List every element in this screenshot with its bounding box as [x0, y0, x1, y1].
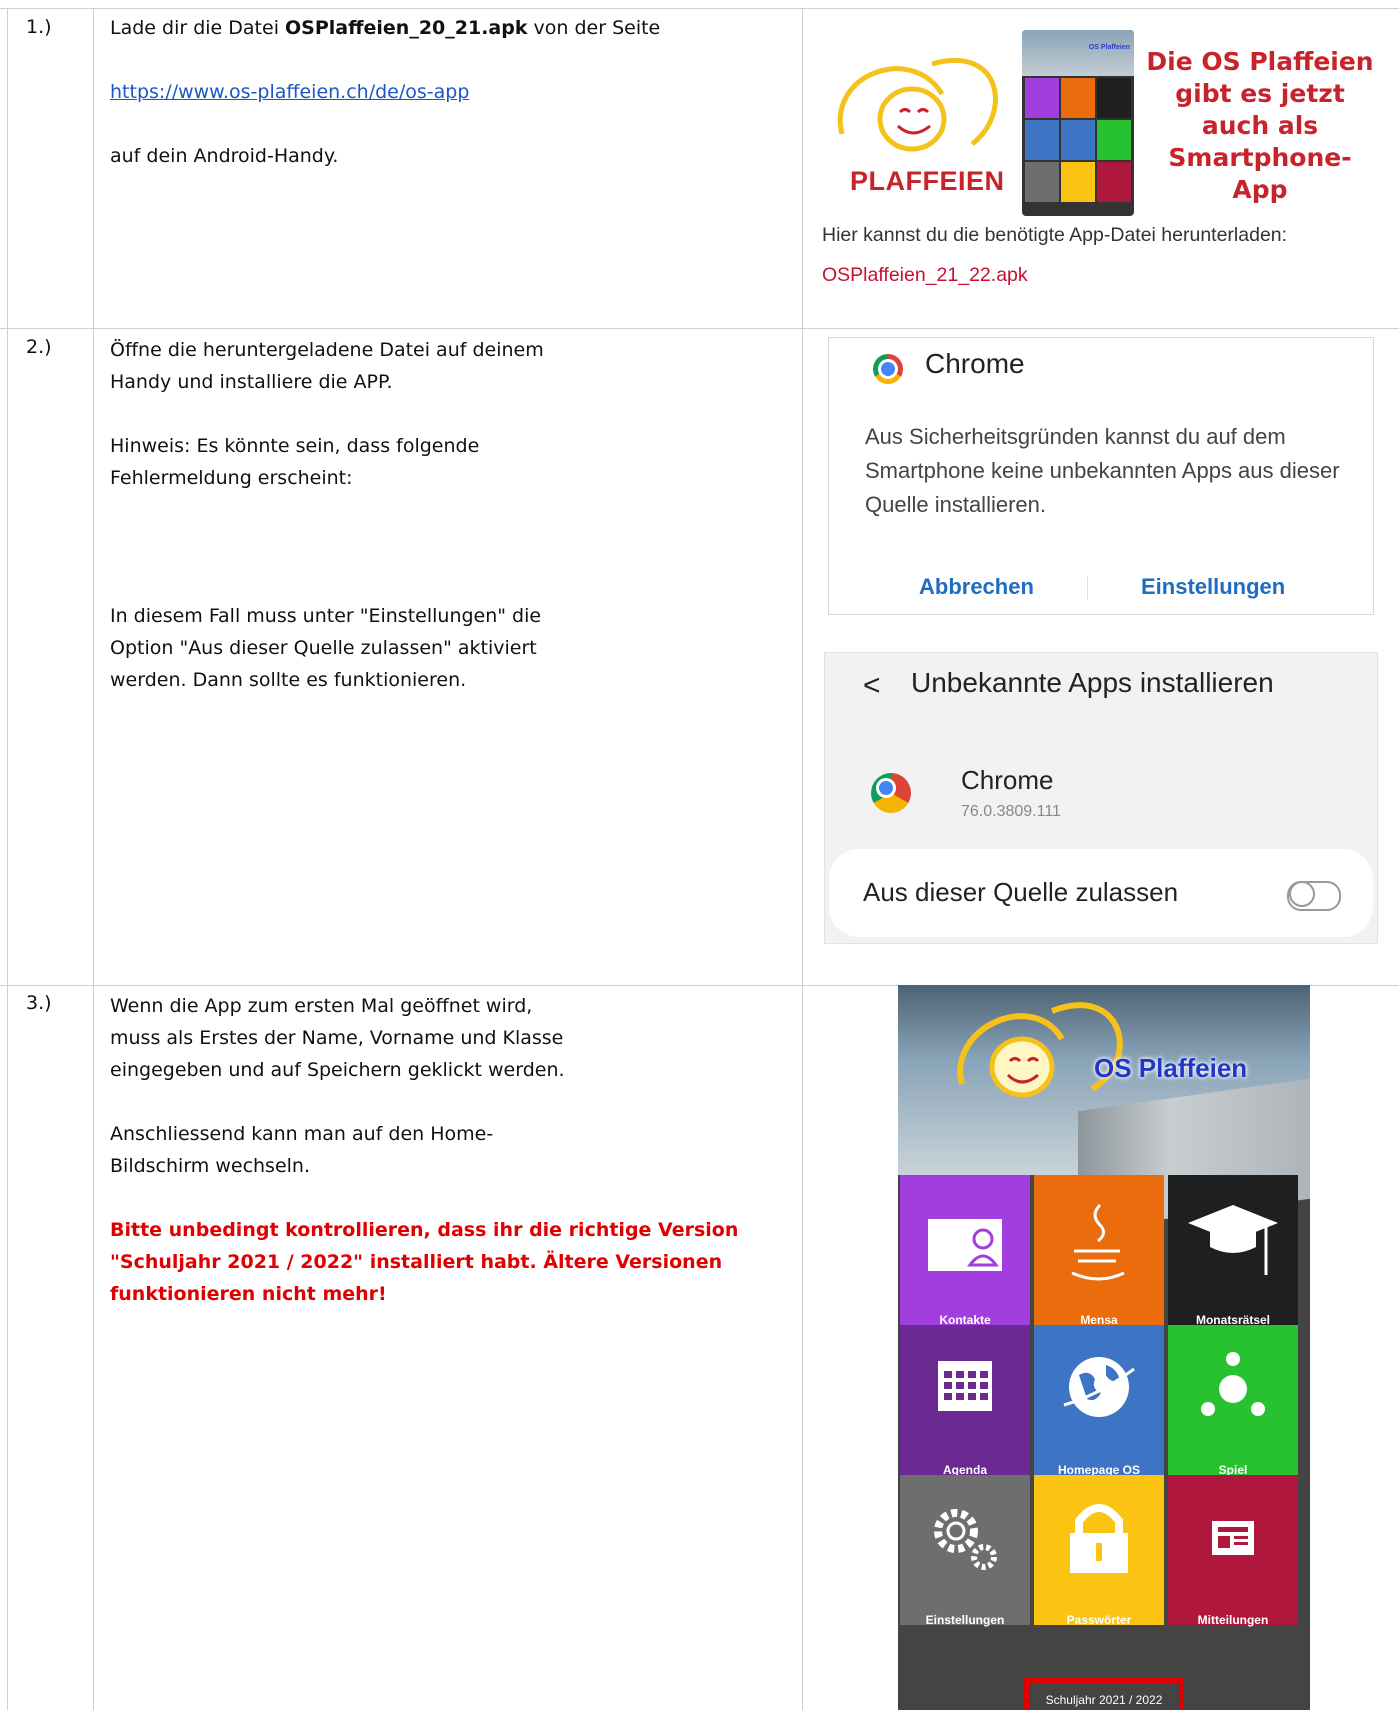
allow-source-toggle[interactable] — [1287, 881, 1341, 911]
step-3-text: Wenn die App zum ersten Mal geöffnet wir… — [110, 990, 770, 1310]
mini-tile — [1097, 120, 1131, 160]
table-border-col2 — [802, 8, 803, 1710]
os-logo-icon — [837, 58, 998, 152]
mini-phone-title: OS Plaffeien — [1088, 44, 1130, 51]
school-year-version: Schuljahr 2021 / 2022 — [1045, 1693, 1163, 1707]
step-number-3: 3.) — [26, 992, 52, 1014]
security-dialog: Chrome Aus Sicherheitsgründen kannst du … — [828, 337, 1374, 615]
version-highlight: Schuljahr 2021 / 2022 — [1024, 1678, 1184, 1710]
back-icon[interactable]: < — [863, 669, 881, 703]
button-divider — [1087, 576, 1088, 600]
step-1-text: Lade dir die Datei OSPlaffeien_20_21.apk… — [110, 12, 770, 172]
settings-button[interactable]: Einstellungen — [1141, 574, 1285, 600]
news-icon — [1212, 1521, 1254, 1555]
table-border-col1 — [93, 8, 94, 1710]
version-warning: Bitte unbedingt kontrollieren, dass ihr … — [110, 1219, 739, 1241]
apk-filename: OSPlaffeien_20_21.apk — [285, 17, 528, 39]
globe-icon — [1063, 1357, 1135, 1417]
tile-einstellungen[interactable]: Einstellungen — [900, 1475, 1030, 1627]
cancel-button[interactable]: Abbrechen — [919, 574, 1034, 600]
java-cup-icon — [1071, 1203, 1125, 1281]
chrome-icon — [873, 354, 903, 384]
tile-kontakte[interactable]: Kontakte — [900, 1175, 1030, 1327]
allow-source-row[interactable]: Aus dieser Quelle zulassen — [829, 849, 1373, 937]
table-border-row1 — [0, 328, 1399, 329]
tile-passwoerter[interactable]: Passwörter — [1034, 1475, 1164, 1627]
mini-tile — [1097, 78, 1131, 118]
mini-tile — [1025, 162, 1059, 202]
gears-icon — [934, 1509, 997, 1570]
lock-icon — [1070, 1504, 1128, 1573]
tile-homepage[interactable]: Homepage OS — [1034, 1325, 1164, 1477]
mini-tile — [1061, 162, 1095, 202]
app-title: OS Plaffeien — [1094, 1053, 1248, 1083]
tile-agenda[interactable]: Agenda — [900, 1325, 1030, 1477]
mini-tile — [1025, 120, 1059, 160]
tile-mitteilungen[interactable]: Mitteilungen — [1168, 1475, 1298, 1627]
app-name: Chrome — [961, 765, 1054, 795]
mini-tile — [1061, 78, 1095, 118]
chrome-icon — [871, 773, 911, 813]
dialog-message: Aus Sicherheitsgründen kannst du auf dem… — [865, 424, 1340, 517]
toggle-label: Aus dieser Quelle zulassen — [863, 877, 1179, 907]
step-2-text: Öffne die heruntergeladene Datei auf dei… — [110, 339, 544, 691]
settings-title: Unbekannte Apps installieren — [911, 667, 1274, 698]
step-1-line-3: auf dein Android-Handy. — [110, 145, 339, 167]
app-version: 76.0.3809.111 — [961, 803, 1061, 820]
mini-tile — [1061, 120, 1095, 160]
download-instruction: Hier kannst du die benötigte App-Datei h… — [822, 224, 1288, 246]
plaffeien-brand: PLAFFEIEN — [850, 166, 1005, 196]
mini-tile — [1097, 162, 1131, 202]
download-file-link[interactable]: OSPlaffeien_21_22.apk — [822, 264, 1028, 287]
tile-spiel[interactable]: Spiel — [1168, 1325, 1298, 1477]
dialog-title: Chrome — [925, 348, 1025, 379]
app-banner: PLAFFEIEN OS Plaffeien Die OS Plaffeien … — [822, 24, 1380, 304]
calendar-icon — [938, 1361, 992, 1411]
download-link[interactable]: https://www.os-plaffeien.ch/de/os-app — [110, 81, 469, 103]
table-border-top — [0, 8, 1399, 9]
tile-mensa[interactable]: Mensa — [1034, 1175, 1164, 1327]
unknown-apps-settings: < Unbekannte Apps installieren Chrome 76… — [824, 652, 1378, 944]
mini-tile — [1025, 78, 1059, 118]
step-number-1: 1.) — [26, 16, 52, 38]
network-icon — [1201, 1352, 1265, 1416]
graduation-cap-icon — [1188, 1205, 1278, 1275]
tile-monatsraetsel[interactable]: Monatsrätsel — [1168, 1175, 1298, 1327]
os-logo-icon — [957, 1002, 1123, 1098]
banner-slogan: Die OS Plaffeien gibt es jetzt auch als … — [1146, 47, 1374, 204]
mini-phone-preview: OS Plaffeien — [1022, 30, 1134, 216]
contact-card-icon — [928, 1219, 1002, 1271]
step-1-line-1: Lade dir die Datei OSPlaffeien_20_21.apk… — [110, 17, 661, 39]
table-border-left — [7, 8, 8, 1710]
app-home-screen: OS Plaffeien Kontakte Mensa Monatsrätsel… — [898, 985, 1310, 1710]
step-number-2: 2.) — [26, 336, 52, 358]
